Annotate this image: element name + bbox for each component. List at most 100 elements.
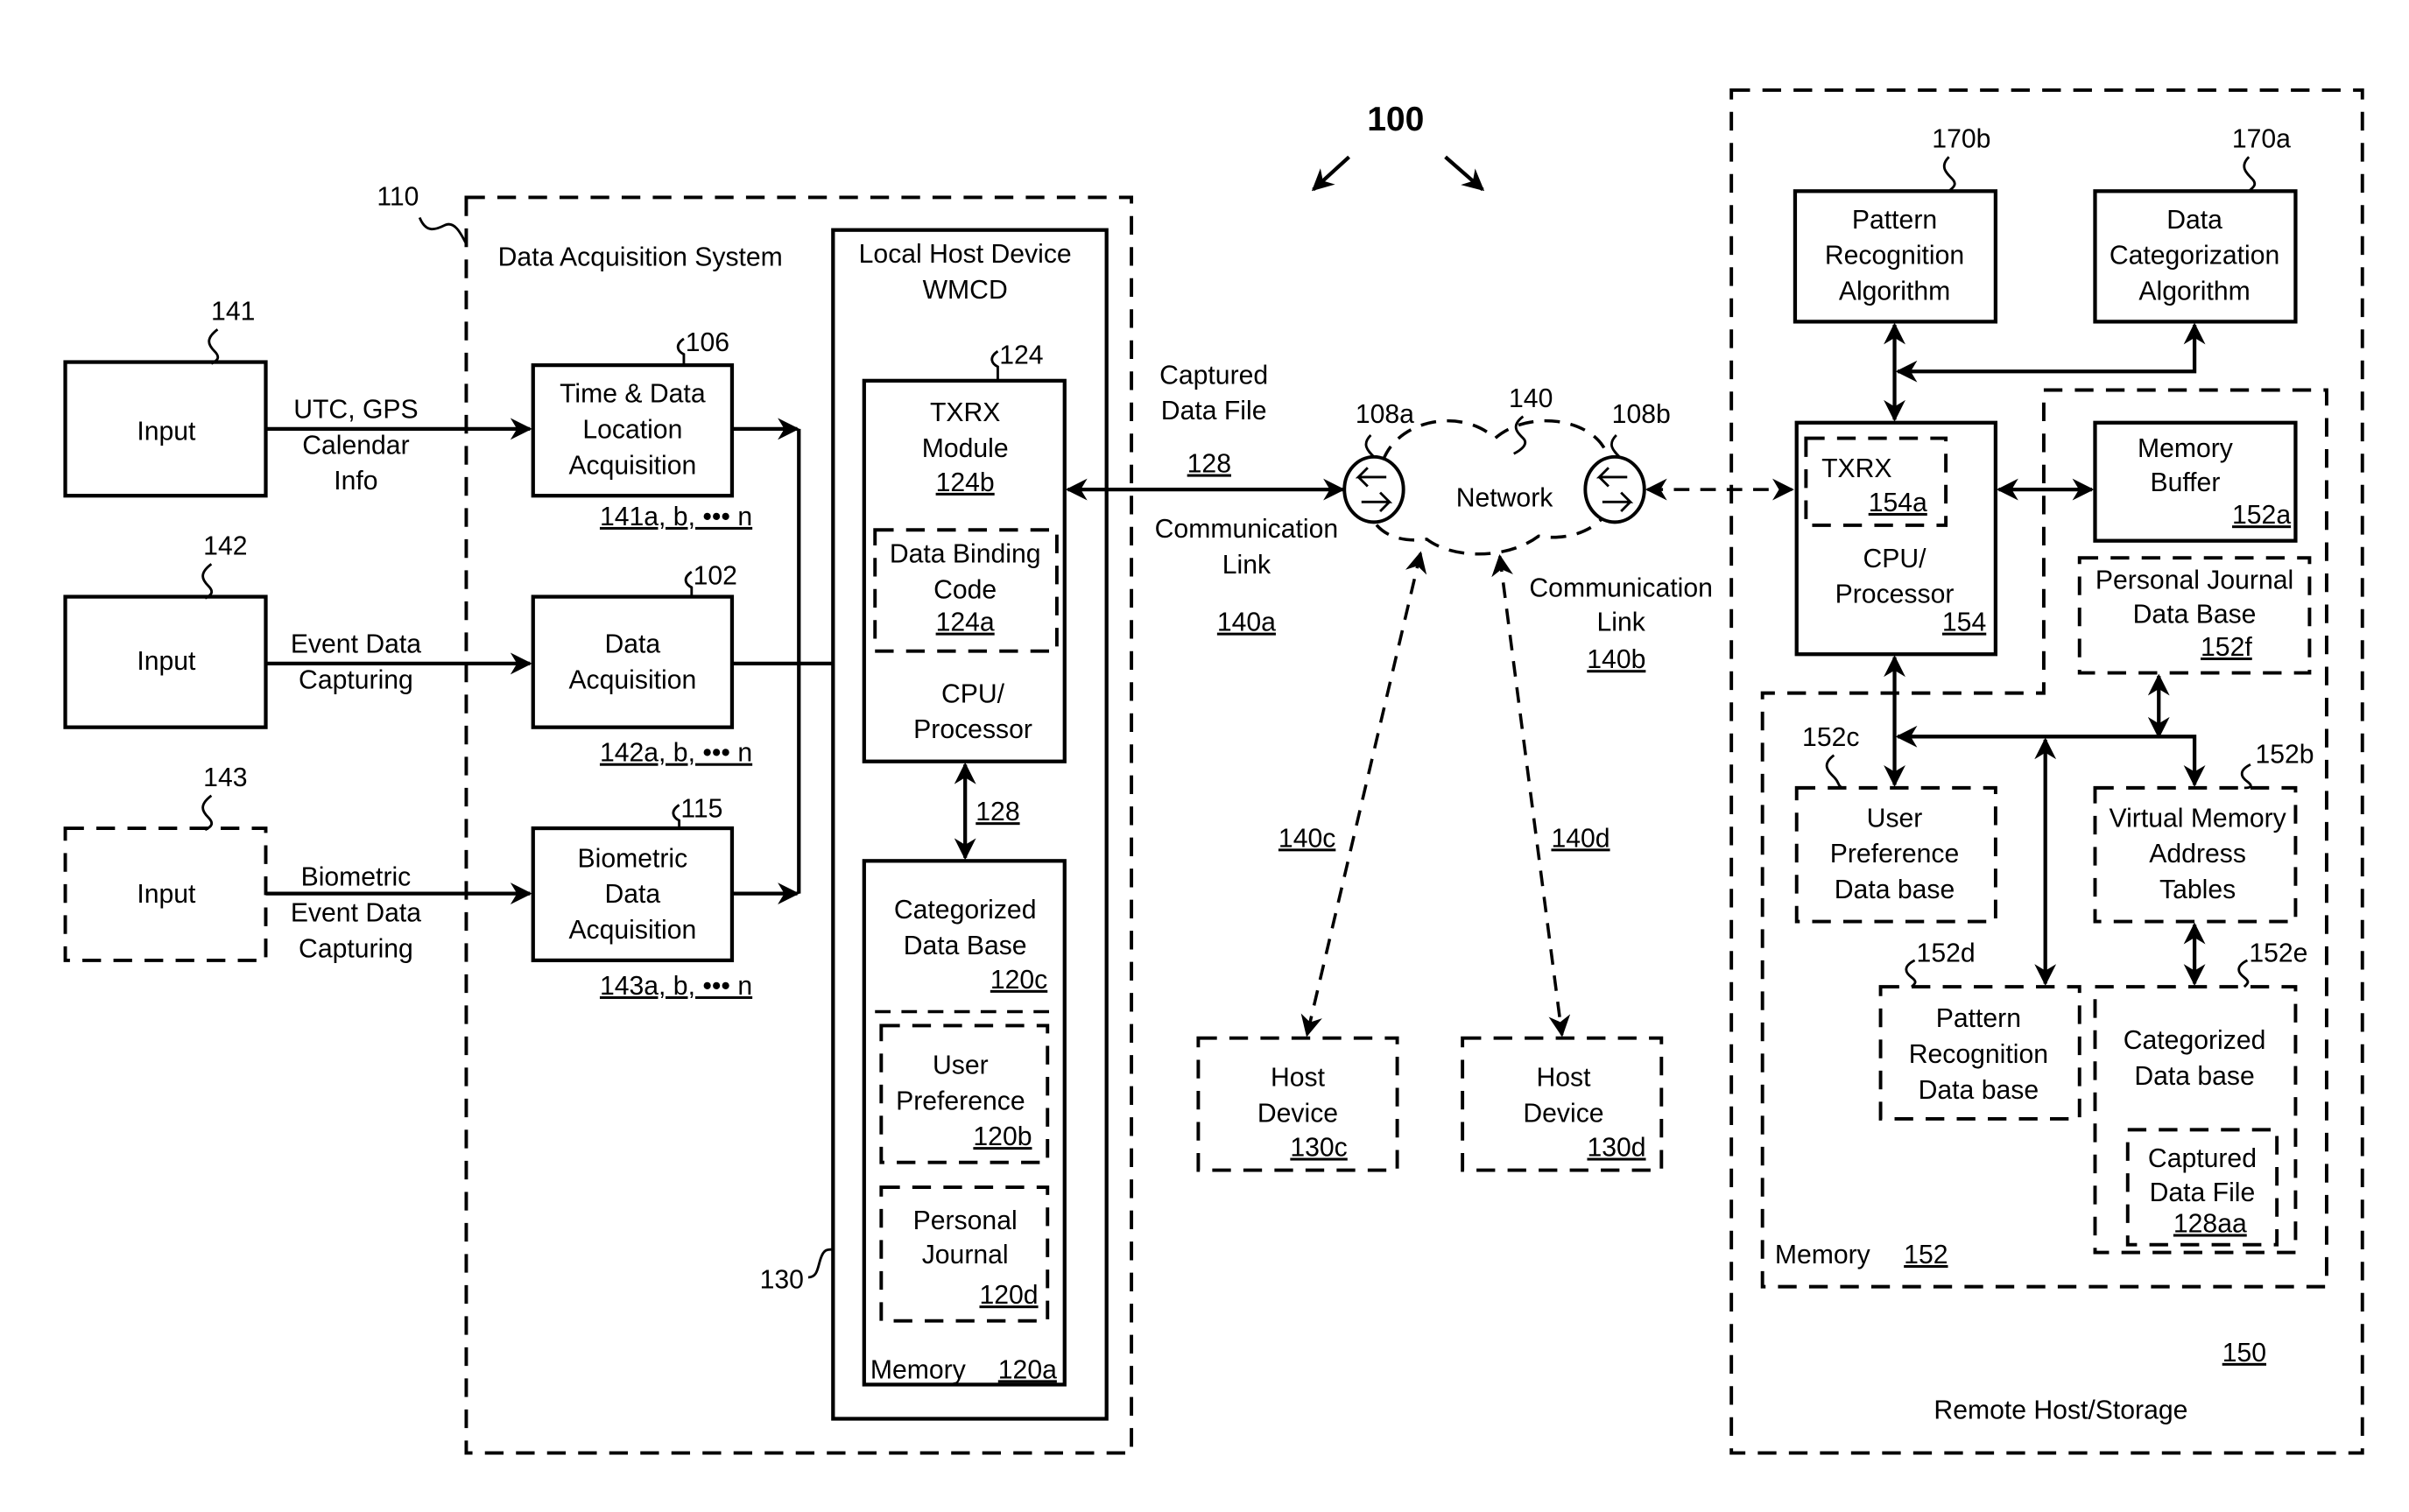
local-host-title-line1: Local Host Device	[859, 240, 1072, 269]
edge-label-line1: Event Data	[291, 629, 421, 658]
host-device-ref: 130d	[1587, 1134, 1645, 1163]
remote-memory-ref: 152	[1904, 1241, 1948, 1269]
journal-db-line1: Personal Journal	[2096, 566, 2293, 595]
categorized-db-line1: Categorized	[2124, 1026, 2266, 1055]
link-b-ref: 140b	[1587, 645, 1645, 674]
host-device-130d: Host Device 130d	[1461, 1036, 1664, 1172]
communication-link-a: Captured Data File 128 Communication Lin…	[1065, 361, 1345, 637]
remote-title: Remote Host/Storage	[1934, 1396, 2187, 1425]
captured-file-line1: Captured	[2148, 1144, 2257, 1173]
input-label: Input	[137, 647, 196, 676]
module-label-line2: Data	[605, 880, 661, 909]
module-sub-ref: 142a, b, ••• n	[600, 739, 752, 768]
remote-memory-label: Memory	[1775, 1241, 1871, 1269]
captured-label-line1: Captured	[1159, 361, 1268, 390]
remote-cpu-ref: 154	[1942, 608, 1986, 637]
vmat-leader	[2240, 763, 2252, 790]
data-binding-line1: Data Binding	[890, 540, 1041, 569]
input-leader	[201, 794, 214, 832]
edge-label-line1: UTC, GPS	[293, 395, 418, 424]
categorization-algorithm-line2: Categorization	[2110, 242, 2279, 271]
categorized-db-line2: Data base	[2134, 1062, 2254, 1091]
memory-buffer-line1: Memory	[2138, 434, 2234, 463]
router-leader	[1610, 433, 1621, 458]
module-label-line1: Time & Data	[560, 380, 706, 409]
journal-line2: Journal	[922, 1241, 1009, 1269]
module-leader	[672, 804, 681, 829]
pattern-algorithm-leader	[1942, 156, 1956, 193]
communication-link-c: 140c	[1278, 551, 1427, 1037]
data-binding-ref: 124a	[936, 608, 995, 637]
edge-label-line1: Biometric	[301, 863, 412, 892]
input-label: Input	[137, 880, 196, 909]
system-diagram: 100 110 Data Acquisition System Input 14…	[63, 88, 2364, 1455]
edge-label-line3: Info	[334, 467, 377, 496]
input-leader	[201, 563, 214, 600]
pattern-algorithm-ref: 170b	[1932, 125, 1990, 154]
host-device-130c: Host Device 130c	[1196, 1036, 1399, 1172]
categorized-db-line2: Data Base	[904, 932, 1027, 960]
pattern-db-line3: Data base	[1919, 1076, 2039, 1105]
journal-line1: Personal	[913, 1206, 1018, 1235]
link-c-arrow	[1300, 551, 1427, 1037]
input-ref: 141	[211, 298, 255, 327]
figure-number: 100	[1367, 101, 1424, 138]
host-device-line2: Device	[1523, 1099, 1603, 1128]
pattern-db-line2: Recognition	[1909, 1040, 2048, 1069]
user-pref-db-ref: 152c	[1802, 723, 1859, 752]
module-sub-ref: 143a, b, ••• n	[600, 972, 752, 1001]
journal-ref: 120d	[980, 1281, 1039, 1310]
vmat-line3: Tables	[2159, 876, 2236, 904]
input-leader	[208, 328, 220, 365]
memory-buffer-ref: 152a	[2232, 501, 2291, 530]
local-host-device: Local Host Device WMCD 130 124 TXRX Modu…	[760, 228, 1109, 1421]
vmat-line2: Address	[2149, 840, 2246, 869]
remote-cpu-line2: Processor	[1835, 580, 1955, 609]
module-box	[531, 594, 735, 729]
local-cpu-line2: Processor	[913, 715, 1032, 744]
journal-db-line2: Data Base	[2133, 601, 2257, 629]
categorization-algorithm-line3: Algorithm	[2138, 278, 2250, 306]
pattern-db-line1: Pattern	[1936, 1004, 2021, 1033]
das-title: Data Acquisition System	[498, 243, 783, 272]
categ-algo-arrow	[1895, 322, 2206, 383]
pattern-algorithm-line3: Algorithm	[1839, 278, 1950, 306]
memory-buffer-line2: Buffer	[2150, 468, 2220, 497]
das-leader	[418, 216, 468, 245]
module-sub-ref: 141a, b, ••• n	[600, 503, 752, 531]
pattern-db-leader	[1905, 959, 1917, 988]
router-icon	[1583, 454, 1646, 524]
user-pref-ref: 120b	[973, 1122, 1032, 1151]
edge-label-line2: Calendar	[302, 431, 409, 460]
communication-link-b: Communication Link 140b	[1529, 478, 1794, 674]
router-108a: 108a	[1342, 400, 1414, 524]
network-label: Network	[1456, 484, 1554, 513]
host-device-line1: Host	[1536, 1064, 1591, 1093]
txrx-ref: 124	[999, 341, 1043, 369]
vmat-line1: Virtual Memory	[2110, 804, 2287, 833]
user-pref-db-line3: Data base	[1835, 876, 1955, 904]
module-106: Time & Data Location Acquisition 106 141…	[531, 328, 752, 531]
input-ref: 142	[203, 532, 247, 561]
module-ref: 102	[694, 561, 737, 590]
user-pref-db-line1: User	[1867, 804, 1923, 833]
local-host-ref: 130	[760, 1265, 804, 1294]
categorized-db-line1: Categorized	[894, 896, 1037, 925]
vmat-ref: 152b	[2255, 740, 2314, 769]
module-label-line1: Biometric	[578, 844, 688, 873]
user-pref-line2: Preference	[896, 1087, 1025, 1115]
link-b-line2: Link	[1596, 608, 1645, 637]
local-host-title-line2: WMCD	[923, 276, 1008, 305]
edge-label-line2: Capturing	[299, 665, 413, 694]
edge-label-line3: Capturing	[299, 934, 413, 963]
local-memory-ref: 120a	[998, 1355, 1057, 1384]
host-device-line2: Device	[1257, 1099, 1338, 1128]
remote-host-storage: 150 Remote Host/Storage Pattern Recognit…	[1729, 88, 2364, 1455]
txrx-label-line2: Module	[922, 434, 1009, 463]
host-device-line1: Host	[1271, 1064, 1326, 1093]
categorization-algorithm-leader	[2243, 156, 2257, 193]
user-pref-db-leader	[1825, 754, 1844, 790]
module-115: Biometric Data Acquisition 115 143a, b, …	[531, 795, 752, 1001]
module-label-line3: Acquisition	[568, 451, 696, 480]
module-ref: 115	[680, 795, 722, 824]
